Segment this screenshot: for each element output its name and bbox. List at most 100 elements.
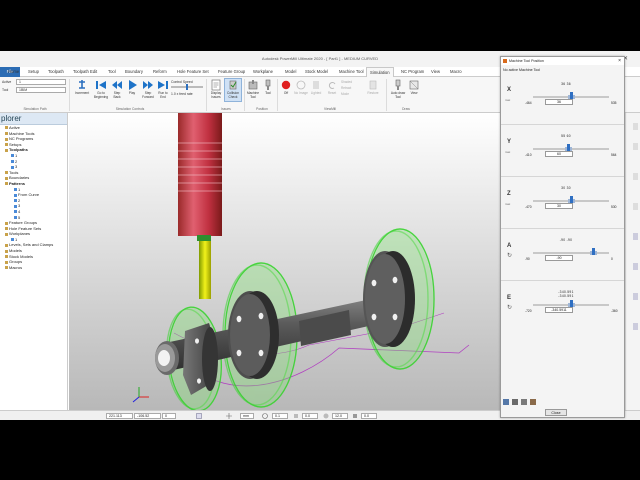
tab-home[interactable]: Home [8,69,19,74]
restore-button[interactable]: Restore [364,79,382,96]
tab-nc-program[interactable]: NC Program [401,69,424,74]
tolerance-field[interactable]: 0.1 [272,413,288,419]
explorer-item-label: Stock Models [9,253,34,259]
axis-slider-track[interactable] [533,252,609,254]
tool-select[interactable]: 1BIM [16,87,66,93]
tree-node-icon [14,193,17,197]
axis-value-input[interactable]: -340.5911 [545,307,573,313]
warning-list-icon [211,79,221,91]
axis-value-input[interactable]: 36 [545,99,573,105]
tab-stock-model[interactable]: Stock Model [305,69,328,74]
ribbon-separator [206,79,207,111]
rotate-icon[interactable] [633,203,638,210]
tree-node-icon [5,148,8,152]
tab-feature-group[interactable]: Feature Group [218,69,245,74]
axis-slider-thumb[interactable] [569,196,573,203]
mode-option[interactable]: Mode [341,92,349,96]
tree-node-icon [5,143,8,147]
wireframe-icon[interactable] [633,263,638,270]
tab-simulation[interactable]: Simulation [366,67,394,77]
increment-button[interactable]: Increment [72,79,92,96]
axis-slider-thumb[interactable] [569,92,573,99]
collision-check-button[interactable]: Collision Check [224,78,242,102]
play-icon [129,80,137,90]
shaded-option[interactable]: Shaded [341,80,352,84]
machine-tool-label: Machine Tool [246,91,260,99]
tab-setup[interactable]: Setup [28,69,39,74]
go-to-beginning-button[interactable]: Go to Beginning [91,79,111,99]
zoom-icon[interactable] [633,143,638,150]
tab-model[interactable]: Model [285,69,296,74]
dialog-separator [501,280,624,281]
skip-forward-icon [158,81,168,89]
view-cube-icon[interactable] [633,123,638,130]
tab-boundary[interactable]: Boundary [125,69,143,74]
tree-node-icon [14,210,17,214]
tab-hole-feature-set[interactable]: Hole Feature Set [177,69,209,74]
diameter-field[interactable]: 12.0 [332,413,348,419]
axis-min: -90 [525,257,530,261]
tab-toolpath[interactable]: Toolpath [48,69,64,74]
workplane-icon[interactable] [196,413,202,419]
tab-machine-tool[interactable]: Machine Tool [339,69,364,74]
viewmill-off-button[interactable]: Off [279,79,293,96]
spindle-and-tool [178,113,222,299]
tab-toolpath-edit[interactable]: Toolpath Edit [73,69,97,74]
axis-value-input[interactable]: -90 [545,255,573,261]
tab-reform[interactable]: Reform [153,69,167,74]
axis-triad [132,387,149,403]
dialog-tool-icons[interactable] [503,399,536,405]
explorer-item[interactable]: Macros [0,265,67,271]
no-image-button[interactable]: No Image [293,79,309,96]
ribbon-separator [277,79,278,111]
shading-icon[interactable] [633,233,638,240]
active-toolpath-select[interactable]: 1 [16,79,66,85]
tab-view[interactable]: View [431,69,440,74]
graphics-viewport[interactable] [69,113,500,410]
axis-slider-thumb[interactable] [569,300,573,307]
top-view-icon[interactable] [633,323,638,330]
view-button[interactable]: View [408,79,420,96]
units-select[interactable]: mm [240,413,254,419]
machine-tool-button[interactable]: Machine Tool [245,79,261,99]
explorer-item-label: Tools [9,169,19,175]
tab-workplane[interactable]: Workplane [253,69,273,74]
restore-icon [369,80,377,90]
retract-option[interactable]: Retract [341,86,351,90]
axial-thickness-field[interactable]: 0.0 [361,413,377,419]
ribbon-separator [69,79,70,111]
display-issues-button[interactable]: Display Issues [208,79,224,99]
iso-view-icon[interactable] [633,293,638,300]
axis-slider-thumb[interactable] [567,144,571,151]
tool-position-label: Tool [265,91,271,95]
control-speed-label: Control Speed [171,80,193,84]
axis-value-input[interactable]: 60 [545,151,573,157]
dialog-close-icon[interactable]: × [618,57,621,65]
play-button[interactable]: Play [125,79,139,96]
auto-draw-tool-button[interactable]: Auto draw Tool [388,79,408,99]
pan-icon[interactable] [633,173,638,180]
axis-value-input[interactable]: 30 [545,203,573,209]
collision-check-label: Collision Check [226,91,240,99]
speed-slider-thumb[interactable] [186,84,188,90]
thickness-field[interactable]: 0.0 [302,413,318,419]
tab-tool[interactable]: Tool [108,69,116,74]
explorer-item-label: 3 [15,164,18,170]
tree-node-icon [5,221,8,225]
tab-macro[interactable]: Macro [450,69,462,74]
axis-row-y: Ymax 55 60 -410 60 564 [501,128,624,176]
axis-minmax-label: max [505,98,511,102]
axis-slider-thumb[interactable] [592,248,596,255]
tool-position-button[interactable]: Tool [262,79,274,96]
feed-rate-select[interactable]: 1.0 x feed rate [171,92,193,96]
run-to-end-label: Run to End [158,91,168,99]
restore-label: Restore [367,91,379,95]
step-forward-button[interactable]: Step Forward [140,79,156,99]
dialog-close-button[interactable]: Close [545,409,567,416]
explorer-item-label: 2 [15,158,18,164]
step-back-button[interactable]: Step Back [110,79,124,99]
run-to-end-button[interactable]: Run to End [156,79,170,99]
grid-icon[interactable] [226,413,232,419]
reset-button[interactable]: Reset [324,79,340,96]
lighted-button[interactable]: Lighted [310,79,322,96]
